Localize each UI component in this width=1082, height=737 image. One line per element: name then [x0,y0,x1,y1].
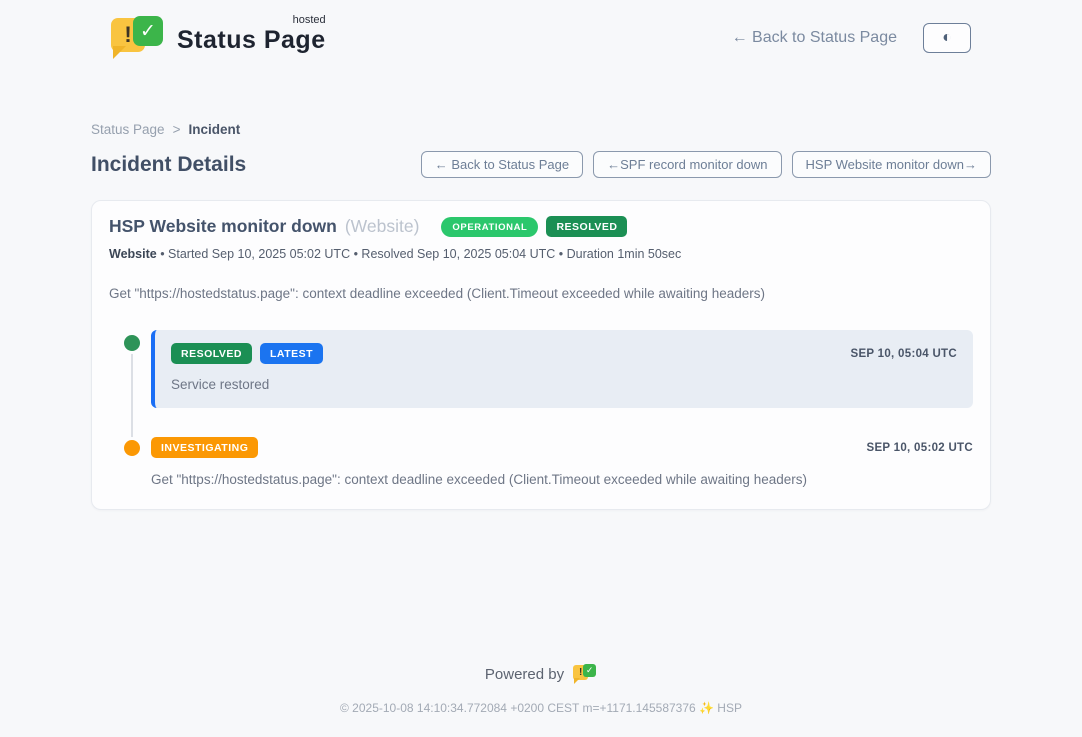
timeline-entry-header: INVESTIGATING SEP 10, 05:02 UTC [151,437,973,458]
breadcrumb: Status Page > Incident [91,122,991,137]
statuspage-logo[interactable]: ! ✓ Status Page hosted [111,16,326,60]
timeline-entry-investigating: INVESTIGATING SEP 10, 05:02 UTC Get "htt… [109,437,973,487]
statuspage-logo-icon: ! ✓ [111,16,167,60]
back-to-status-page-link[interactable]: ← Back to Status Page [732,29,897,47]
operational-status-badge: OPERATIONAL [441,217,538,237]
timeline-dot-orange [124,440,140,456]
timeline-entry-resolved: RESOLVED LATEST SEP 10, 05:04 UTC Servic… [109,330,973,408]
copyright-text: © 2025-10-08 14:10:34.772084 +0200 CEST … [0,701,1082,715]
timeline-dot-green [124,335,140,351]
timeline-entry-box: RESOLVED LATEST SEP 10, 05:04 UTC Servic… [151,330,973,408]
incident-nav-buttons: ← Back to Status Page ←SPF record monito… [421,151,991,178]
page-title: Incident Details [91,153,246,177]
powered-by-label: Powered by [485,666,564,683]
statuspage-mini-logo-icon: ! ✓ [573,664,597,684]
header-actions: ← Back to Status Page ◐ [732,23,971,53]
logo-text: Status Page hosted [177,16,326,55]
incident-card: HSP Website monitor down (Website) OPERA… [91,200,991,510]
timeline-entry-badges: RESOLVED LATEST [171,343,850,364]
prev-incident-button[interactable]: ←SPF record monitor down [593,151,781,178]
incident-title: HSP Website monitor down [109,216,337,237]
incident-description: Get "https://hostedstatus.page": context… [109,286,973,301]
half-circle-theme-icon: ◐ [942,29,952,47]
footer: Powered by ! ✓ © 2025-10-08 14:10:34.772… [0,664,1082,715]
timeline-message: Get "https://hostedstatus.page": context… [151,472,973,487]
timeline-entry-header: RESOLVED LATEST SEP 10, 05:04 UTC [171,343,957,364]
resolved-badge: RESOLVED [171,343,252,364]
breadcrumb-current: Incident [188,122,240,137]
checkmark-bubble-icon: ✓ [133,16,163,46]
incident-meta: Website • Started Sep 10, 2025 05:02 UTC… [109,247,973,261]
latest-badge: LATEST [260,343,323,364]
mini-bubble-tail-shape [574,678,580,684]
next-incident-button[interactable]: HSP Website monitor down→ [792,151,991,178]
theme-toggle-button[interactable]: ◐ [923,23,971,53]
timeline-entry-badges: INVESTIGATING [151,437,866,458]
incident-title-row: HSP Website monitor down (Website) OPERA… [109,216,973,237]
header: ! ✓ Status Page hosted ← Back to Status … [111,0,971,70]
incident-scope: (Website) [345,216,420,237]
timeline-timestamp: SEP 10, 05:04 UTC [850,348,957,360]
incident-timeline: RESOLVED LATEST SEP 10, 05:04 UTC Servic… [109,330,973,487]
timeline-message: Service restored [171,377,957,392]
incident-meta-details: • Started Sep 10, 2025 05:02 UTC • Resol… [160,247,681,261]
investigating-badge: INVESTIGATING [151,437,258,458]
brand-superscript: hosted [293,14,326,26]
breadcrumb-root[interactable]: Status Page [91,122,165,137]
bubble-tail-shape [113,46,126,59]
title-row: Incident Details ← Back to Status Page ←… [91,151,991,178]
mini-checkmark-icon: ✓ [583,664,596,677]
back-to-status-page-button[interactable]: ← Back to Status Page [421,151,583,178]
breadcrumb-separator: > [173,122,181,137]
powered-by-link[interactable]: Powered by ! ✓ [0,664,1082,684]
timeline-timestamp: SEP 10, 05:02 UTC [866,442,973,454]
incident-service: Website [109,247,157,261]
resolved-status-badge: RESOLVED [546,216,627,237]
brand-name: Status Page [177,26,326,54]
